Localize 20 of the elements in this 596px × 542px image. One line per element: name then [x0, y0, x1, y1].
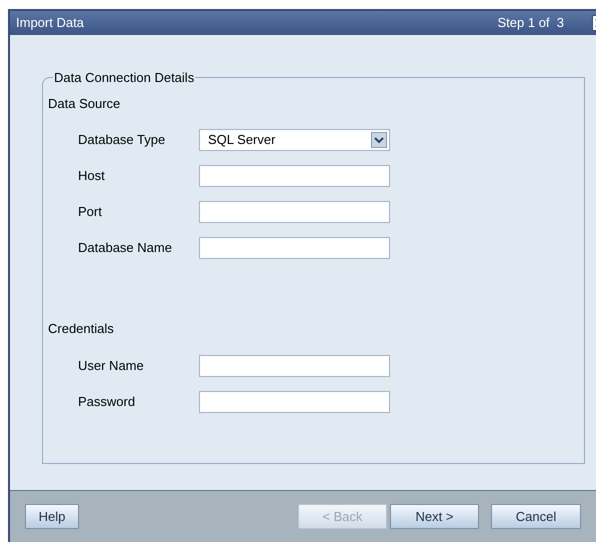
dialog-button[interactable]: Cancel	[491, 504, 581, 529]
input-field[interactable]	[199, 201, 390, 223]
input-field[interactable]	[199, 390, 390, 412]
window-title: Import Data	[16, 14, 84, 32]
field-label: Port	[78, 203, 103, 222]
field-label: Database Type	[78, 131, 166, 150]
section-title: Credentials	[48, 320, 115, 338]
input-field[interactable]	[199, 354, 390, 376]
group-title: Data Connection Details	[53, 69, 196, 87]
field-label: Database Name	[78, 239, 173, 258]
dialog-button[interactable]: Next >	[390, 504, 479, 529]
database-type-dropdown[interactable]: SQL Server	[199, 129, 390, 151]
field-label: Password	[78, 392, 136, 411]
field-label: User Name	[78, 356, 145, 375]
dialog-button[interactable]: Help	[25, 504, 79, 529]
step-indicator: Step 1 of 3	[498, 14, 564, 32]
field-label: Host	[78, 167, 106, 186]
input-field[interactable]	[199, 237, 390, 259]
input-field[interactable]	[199, 165, 390, 187]
section-title: Data Source	[48, 94, 122, 112]
